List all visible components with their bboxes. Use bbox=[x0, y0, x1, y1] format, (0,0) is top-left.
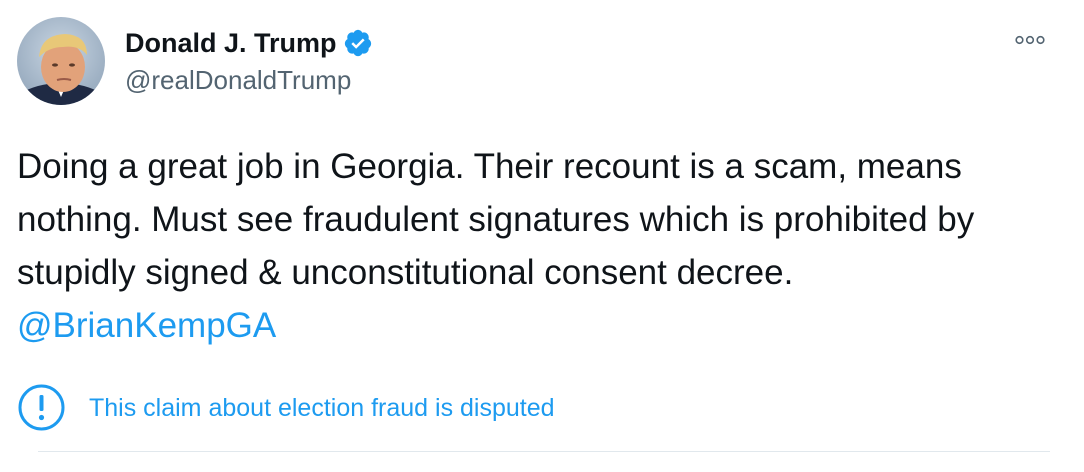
tweet-body-text: Doing a great job in Georgia. Their reco… bbox=[17, 147, 975, 292]
verified-badge-icon bbox=[343, 28, 373, 58]
author-handle[interactable]: @realDonaldTrump bbox=[125, 64, 351, 96]
exclamation-circle-icon bbox=[17, 383, 66, 432]
author-display-name[interactable]: Donald J. Trump bbox=[125, 27, 337, 59]
author-name-row: Donald J. Trump bbox=[125, 27, 373, 59]
avatar[interactable] bbox=[17, 17, 105, 105]
mention-link[interactable]: @BrianKempGA bbox=[17, 306, 276, 345]
disputed-claim-text[interactable]: This claim about election fraud is dispu… bbox=[89, 393, 555, 423]
divider bbox=[38, 451, 1050, 452]
more-options-icon bbox=[1015, 35, 1045, 45]
tweet-text: Doing a great job in Georgia. Their reco… bbox=[17, 140, 1062, 352]
disputed-claim-notice[interactable]: This claim about election fraud is dispu… bbox=[17, 383, 555, 432]
tweet-card: Donald J. Trump @realDonaldTrump Doing a… bbox=[0, 0, 1084, 472]
profile-photo-icon bbox=[17, 17, 105, 105]
more-options-button[interactable] bbox=[1010, 28, 1050, 52]
